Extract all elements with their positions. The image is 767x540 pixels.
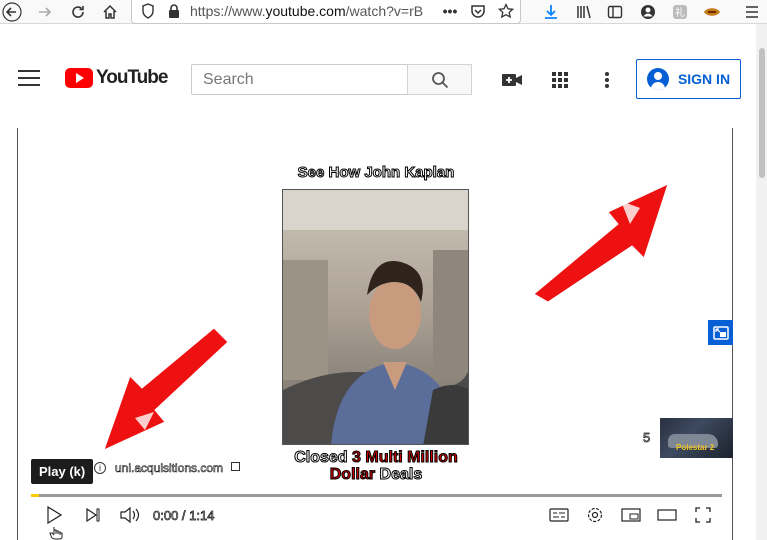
home-icon[interactable] bbox=[100, 2, 120, 22]
sign-in-label: SIGN IN bbox=[677, 71, 731, 87]
library-icon[interactable] bbox=[574, 2, 594, 22]
mute-button[interactable] bbox=[118, 504, 142, 526]
external-link-icon[interactable] bbox=[231, 462, 240, 471]
miniplayer-button[interactable] bbox=[708, 320, 733, 345]
more-icon[interactable]: ••• bbox=[440, 1, 460, 21]
miniplayer-icon bbox=[712, 325, 729, 340]
progress-bar[interactable] bbox=[31, 494, 722, 497]
browser-toolbar: https://www.youtube.com/watch?v=rB ••• 礼 bbox=[0, 0, 767, 24]
shield-icon[interactable] bbox=[138, 1, 158, 21]
play-icon bbox=[47, 506, 62, 524]
youtube-header: YouTube SIGN IN bbox=[0, 24, 767, 128]
red-arrows-overlay bbox=[103, 183, 669, 451]
subtitles-button[interactable] bbox=[548, 504, 570, 526]
youtube-play-logo-icon bbox=[65, 68, 93, 88]
search-input[interactable] bbox=[192, 65, 408, 94]
hand-cursor-icon bbox=[49, 527, 63, 540]
miniplayer-toggle-button[interactable] bbox=[620, 504, 642, 526]
page-scrollbar[interactable] bbox=[756, 24, 767, 540]
subtitles-icon bbox=[549, 508, 569, 522]
theater-mode-icon bbox=[657, 509, 677, 521]
fullscreen-button[interactable] bbox=[692, 504, 714, 526]
red-arrow-up-right bbox=[533, 183, 669, 303]
volume-icon bbox=[120, 506, 140, 524]
account-icon[interactable] bbox=[638, 2, 658, 22]
sign-in-button[interactable]: SIGN IN bbox=[636, 59, 741, 99]
search-icon bbox=[431, 71, 448, 88]
red-arrow-down-left bbox=[103, 327, 229, 451]
skip-next-icon bbox=[86, 508, 100, 522]
svg-text:礼: 礼 bbox=[675, 6, 685, 19]
theater-mode-button[interactable] bbox=[656, 504, 678, 526]
hamburger-icon[interactable] bbox=[18, 70, 40, 86]
next-video-thumbnail[interactable]: Polestar 2 bbox=[660, 418, 733, 458]
video-player[interactable]: See How John Kaplan Closed 3 Multi Milli… bbox=[17, 128, 733, 540]
extension-icon[interactable]: 礼 bbox=[670, 2, 690, 22]
next-thumb-label: Polestar 2 bbox=[676, 443, 715, 452]
url-text[interactable]: https://www.youtube.com/watch?v=rB bbox=[190, 3, 440, 19]
back-icon[interactable] bbox=[2, 2, 22, 22]
settings-button[interactable] bbox=[584, 504, 606, 526]
forward-icon[interactable] bbox=[35, 2, 55, 22]
play-tooltip: Play (k) bbox=[31, 459, 94, 484]
ad-info-icon[interactable]: i bbox=[94, 462, 106, 474]
bookmark-star-icon[interactable] bbox=[496, 1, 516, 21]
extension-icon-2[interactable] bbox=[702, 2, 722, 22]
skip-ad-countdown: 5 bbox=[643, 430, 651, 446]
search-box[interactable] bbox=[191, 64, 408, 95]
scrollbar-thumb[interactable] bbox=[759, 48, 765, 178]
pocket-icon[interactable] bbox=[468, 1, 488, 21]
search-button[interactable] bbox=[407, 64, 472, 95]
progress-bar-fill bbox=[31, 494, 40, 497]
account-circle-icon bbox=[646, 68, 669, 90]
next-button[interactable] bbox=[82, 504, 104, 526]
fullscreen-icon bbox=[695, 507, 711, 523]
create-video-icon[interactable] bbox=[500, 68, 524, 92]
lock-icon[interactable] bbox=[164, 1, 184, 21]
gear-icon bbox=[587, 507, 603, 523]
menu-icon[interactable] bbox=[742, 2, 762, 22]
time-display: 0:00 / 1:14 bbox=[153, 508, 215, 524]
apps-grid-icon[interactable] bbox=[548, 68, 572, 92]
youtube-logo[interactable]: YouTube bbox=[65, 67, 168, 89]
play-button[interactable] bbox=[42, 504, 66, 526]
sidebar-icon[interactable] bbox=[605, 2, 625, 22]
logo-text: YouTube bbox=[96, 67, 168, 88]
miniplayer-toggle-icon bbox=[621, 508, 641, 522]
reload-icon[interactable] bbox=[68, 2, 88, 22]
more-vert-icon[interactable] bbox=[595, 68, 619, 92]
download-icon[interactable] bbox=[541, 2, 561, 22]
url-bar[interactable]: https://www.youtube.com/watch?v=rB ••• bbox=[131, 0, 521, 24]
ad-url-link[interactable]: uni.acquisitions.com bbox=[115, 461, 224, 476]
